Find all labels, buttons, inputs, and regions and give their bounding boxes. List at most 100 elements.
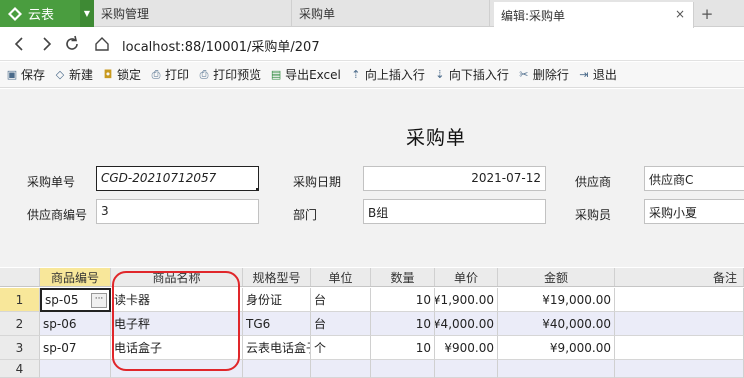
supplier-field[interactable]: 供应商C — [644, 166, 744, 191]
buyer-field[interactable]: 采购小夏 — [644, 199, 744, 224]
tab-label: 编辑:采购单 — [501, 8, 566, 23]
toolbar-label: 打印 — [165, 68, 190, 82]
table-row: 3 sp-07 电话盒子 云表电话盒子 个 10 ¥900.00 ¥9,000.… — [0, 336, 744, 360]
diamond-logo-icon — [8, 6, 22, 21]
fill-handle[interactable] — [256, 188, 258, 190]
column-header-code[interactable]: 商品编号 — [40, 268, 111, 286]
print-icon: ⎙ — [151, 67, 161, 81]
cell-spec[interactable]: TG6 — [243, 312, 311, 336]
cell-amount[interactable] — [498, 360, 615, 378]
ellipsis-picker-button[interactable]: ··· — [91, 293, 107, 308]
export-excel-button[interactable]: ▤ 导出Excel — [270, 66, 341, 83]
save-icon: ▣ — [6, 68, 18, 81]
tab-label: 采购单 — [299, 7, 336, 21]
tab-purchase-management[interactable]: 采购管理 — [94, 0, 292, 27]
insert-row-below-button[interactable]: ⇣ 向下插入行 — [434, 66, 509, 83]
table-row: 2 sp-06 电子秤 TG6 台 10 ¥4,000.00 ¥40,000.0… — [0, 312, 744, 336]
lock-button[interactable]: ◘ 锁定 — [102, 66, 141, 83]
row-number-header — [0, 268, 40, 286]
toolbar-label: 保存 — [21, 68, 46, 82]
new-tab-icon[interactable]: + — [698, 5, 716, 23]
delete-row-button[interactable]: ✂ 删除行 — [518, 66, 569, 83]
close-icon[interactable]: × — [675, 7, 685, 21]
supplier-label: 供应商 — [575, 175, 612, 189]
back-icon[interactable] — [10, 34, 30, 54]
toolbar: ▣ 保存 ◇ 新建 ◘ 锁定 ⎙ 打印 ⎙ 打印预览 ▤ 导出Excel ⇡ 向上插入行 ⇣ 向… — [0, 62, 744, 88]
cell-unit[interactable]: 台 — [311, 288, 371, 312]
toolbar-label: 删除行 — [532, 68, 569, 82]
toolbar-label: 锁定 — [117, 68, 142, 82]
insert-row-above-button[interactable]: ⇡ 向上插入行 — [350, 66, 425, 83]
cell-price[interactable]: ¥900.00 — [435, 336, 498, 360]
cell-price[interactable]: ¥1,900.00 — [435, 288, 498, 312]
cell-spec[interactable] — [243, 360, 311, 378]
save-button[interactable]: ▣ 保存 — [6, 66, 45, 83]
cell-unit[interactable] — [311, 360, 371, 378]
url-field[interactable]: localhost:88/10001/采购单/207 — [122, 36, 320, 55]
exit-button[interactable]: ⇥ 退出 — [578, 66, 617, 83]
cell-note[interactable] — [615, 288, 744, 312]
home-icon[interactable] — [92, 34, 112, 54]
cell-name[interactable]: 读卡器 — [111, 288, 243, 312]
supplier-code-label: 供应商编号 — [27, 208, 88, 222]
delete-row-icon: ✂ — [519, 68, 529, 81]
cell-note[interactable] — [615, 312, 744, 336]
cell-price[interactable] — [435, 360, 498, 378]
brand-dropdown-icon[interactable]: ▼ — [80, 0, 94, 27]
brand-label: 云表 — [28, 8, 55, 23]
column-header-unit[interactable]: 单位 — [311, 268, 371, 286]
department-label: 部门 — [293, 208, 318, 222]
column-header-note[interactable]: 备注 — [615, 268, 744, 286]
cell-qty[interactable] — [371, 360, 435, 378]
cell-qty[interactable]: 10 — [371, 288, 435, 312]
supplier-code-field[interactable]: 3 — [96, 199, 259, 224]
address-bar: localhost:88/10001/采购单/207 — [0, 28, 744, 61]
order-no-field[interactable]: CGD-20210712057 — [96, 166, 259, 191]
toolbar-label: 打印预览 — [213, 68, 262, 82]
row-number[interactable]: 2 — [0, 312, 40, 336]
cell-unit[interactable]: 台 — [311, 312, 371, 336]
row-number[interactable]: 3 — [0, 336, 40, 360]
date-value: 2021-07-12 — [471, 171, 541, 185]
page-title: 采购单 — [405, 127, 466, 149]
cell-unit[interactable]: 个 — [311, 336, 371, 360]
cell-code[interactable] — [40, 360, 111, 378]
print-preview-button[interactable]: ⎙ 打印预览 — [198, 66, 261, 83]
form-area: 采购单 采购单号 CGD-20210712057 采购日期 2021-07-12… — [0, 89, 744, 267]
cell-note[interactable] — [615, 336, 744, 360]
brand-menu[interactable]: 云表 — [0, 0, 80, 27]
cell-code[interactable]: sp-06 — [40, 312, 111, 336]
toolbar-label: 新建 — [69, 68, 94, 82]
cell-amount[interactable]: ¥40,000.00 — [498, 312, 615, 336]
column-header-qty[interactable]: 数量 — [371, 268, 435, 286]
cell-code[interactable]: sp-07 — [40, 336, 111, 360]
column-header-amount[interactable]: 金额 — [498, 268, 615, 286]
new-button[interactable]: ◇ 新建 — [54, 66, 93, 83]
cell-name[interactable] — [111, 360, 243, 378]
cell-price[interactable]: ¥4,000.00 — [435, 312, 498, 336]
column-header-name[interactable]: 商品名称 — [111, 268, 243, 286]
cell-amount[interactable]: ¥19,000.00 — [498, 288, 615, 312]
column-header-price[interactable]: 单价 — [435, 268, 498, 286]
column-header-spec[interactable]: 规格型号 — [243, 268, 311, 286]
department-field[interactable]: B组 — [363, 199, 546, 224]
cell-spec[interactable]: 云表电话盒子 — [243, 336, 311, 360]
cell-note[interactable] — [615, 360, 744, 378]
refresh-icon[interactable] — [62, 34, 82, 54]
cell-qty[interactable]: 10 — [371, 336, 435, 360]
cell-name[interactable]: 电话盒子 — [111, 336, 243, 360]
new-icon: ◇ — [55, 68, 65, 81]
print-button[interactable]: ⎙ 打印 — [150, 66, 189, 83]
buyer-value: 采购小夏 — [649, 206, 698, 220]
row-number[interactable]: 4 — [0, 360, 40, 378]
tab-purchase-order[interactable]: 采购单 — [292, 0, 490, 27]
date-field[interactable]: 2021-07-12 — [363, 166, 546, 191]
cell-name[interactable]: 电子秤 — [111, 312, 243, 336]
cell-code[interactable]: sp-05 ··· — [40, 288, 111, 312]
cell-qty[interactable]: 10 — [371, 312, 435, 336]
cell-amount[interactable]: ¥9,000.00 — [498, 336, 615, 360]
row-number[interactable]: 1 — [0, 288, 40, 312]
tab-edit-purchase-order[interactable]: 编辑:采购单 × — [494, 2, 694, 28]
forward-icon[interactable] — [36, 34, 56, 54]
cell-spec[interactable]: 身份证 — [243, 288, 311, 312]
